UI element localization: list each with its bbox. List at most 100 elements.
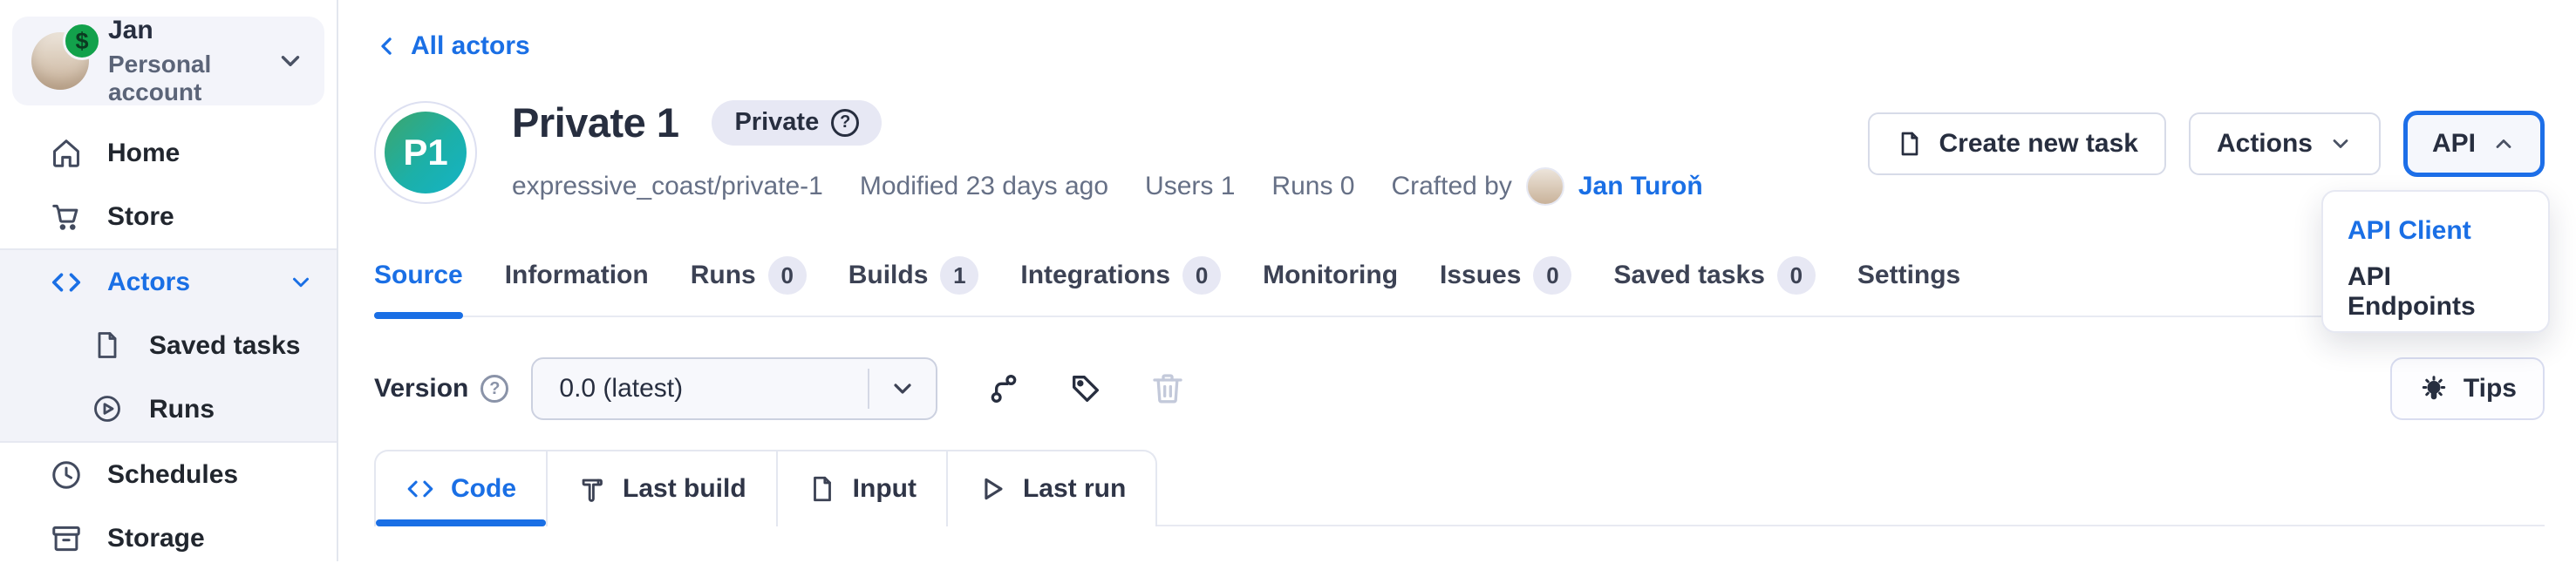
help-question-icon: ? <box>480 375 508 403</box>
menu-item-api-endpoints[interactable]: API Endpoints <box>2323 261 2548 322</box>
create-new-task-label: Create new task <box>1939 129 2138 159</box>
private-badge[interactable]: Private ? <box>712 100 882 146</box>
subtab-label: Last run <box>1023 474 1126 504</box>
runs-count: Runs 0 <box>1271 172 1354 201</box>
crafted-by-label: Crafted by <box>1391 172 1511 201</box>
sidebar-item-actors[interactable]: Actors <box>0 250 337 314</box>
user-avatar: $ <box>31 32 89 90</box>
chevron-down-icon <box>288 269 314 295</box>
subtab-input[interactable]: Input <box>778 450 948 526</box>
author-link[interactable]: Jan Turoň <box>1578 172 1703 201</box>
archive-box-icon <box>50 522 83 555</box>
main-content: All actors P1 Private 1 Private ? expres… <box>338 0 2576 561</box>
sidebar-item-label: Actors <box>107 268 190 297</box>
tab-label: Settings <box>1857 261 1960 290</box>
actions-label: Actions <box>2217 129 2313 159</box>
actions-button[interactable]: Actions <box>2189 112 2381 175</box>
chevron-up-icon <box>2491 132 2516 156</box>
sidebar-item-label: Storage <box>107 524 205 553</box>
page-title: Private 1 <box>512 98 678 146</box>
actor-tabs: Source Information Runs 0 Builds 1 Integ… <box>374 256 2545 317</box>
actor-avatar-initials: P1 <box>385 112 467 193</box>
tab-settings[interactable]: Settings <box>1857 256 1960 316</box>
subtab-label: Code <box>451 474 516 504</box>
tab-source[interactable]: Source <box>374 256 463 316</box>
tab-label: Runs <box>691 261 756 290</box>
subtab-label: Input <box>853 474 917 504</box>
sidebar-item-label: Schedules <box>107 460 238 490</box>
version-bar: Version ? 0.0 (latest) Tips <box>374 357 2545 420</box>
play-icon <box>978 474 1007 504</box>
account-type: Personal account <box>108 51 256 106</box>
chevron-down-icon <box>869 375 936 403</box>
account-switcher[interactable]: $ Jan Personal account <box>12 17 324 105</box>
tab-label: Integrations <box>1020 261 1170 290</box>
sidebar-item-runs[interactable]: Runs <box>0 377 337 441</box>
menu-item-api-client[interactable]: API Client <box>2323 200 2548 261</box>
play-circle-icon <box>92 393 125 426</box>
chevron-down-icon <box>2328 132 2353 156</box>
tab-monitoring[interactable]: Monitoring <box>1263 256 1398 316</box>
tab-builds[interactable]: Builds 1 <box>848 256 979 316</box>
lightbulb-icon <box>2418 373 2450 404</box>
source-subtabs: Code Last build Input Last run <box>374 450 2545 526</box>
tab-count-badge: 0 <box>768 256 807 295</box>
tag-icon[interactable] <box>1068 371 1103 406</box>
trash-icon <box>1150 371 1185 406</box>
chevron-down-icon <box>276 46 305 76</box>
back-to-all-actors-link[interactable]: All actors <box>374 31 530 61</box>
tab-count-badge: 0 <box>1777 256 1816 295</box>
api-label: API <box>2432 129 2476 159</box>
code-brackets-icon <box>50 266 83 299</box>
sidebar-item-label: Home <box>107 139 180 168</box>
tab-label: Saved tasks <box>1613 261 1764 290</box>
private-badge-label: Private <box>734 108 819 137</box>
subtab-last-run[interactable]: Last run <box>948 450 1157 526</box>
crafted-by: Crafted by Jan Turoň <box>1391 167 1702 206</box>
sidebar-item-home[interactable]: Home <box>0 121 337 185</box>
sidebar-item-label: Saved tasks <box>149 331 300 361</box>
subtab-last-build[interactable]: Last build <box>548 450 778 526</box>
git-branch-icon[interactable] <box>986 371 1021 406</box>
tab-saved-tasks[interactable]: Saved tasks 0 <box>1613 256 1815 316</box>
document-icon <box>1896 130 1924 158</box>
tab-count-badge: 0 <box>1533 256 1571 295</box>
tab-information[interactable]: Information <box>505 256 649 316</box>
actor-slug: expressive_coast/private-1 <box>512 172 823 201</box>
api-dropdown-menu: API Client API Endpoints <box>2321 190 2550 333</box>
dollar-badge-icon: $ <box>63 22 101 60</box>
version-select[interactable]: 0.0 (latest) <box>531 357 937 420</box>
code-brackets-icon <box>405 474 435 504</box>
sidebar-item-label: Store <box>107 202 174 232</box>
tab-issues[interactable]: Issues 0 <box>1440 256 1571 316</box>
clock-icon <box>50 458 83 492</box>
author-avatar <box>1526 167 1564 206</box>
store-cart-icon <box>50 200 83 234</box>
actors-nav-group: Actors Saved tasks Runs <box>0 248 337 443</box>
sidebar-item-store[interactable]: Store <box>0 185 337 248</box>
sidebar-item-storage[interactable]: Storage <box>0 506 337 570</box>
tips-button[interactable]: Tips <box>2390 357 2545 420</box>
tab-integrations[interactable]: Integrations 0 <box>1020 256 1221 316</box>
sidebar-item-saved-tasks[interactable]: Saved tasks <box>0 314 337 377</box>
sidebar-nav: Home Store Actors Saved t <box>0 121 337 570</box>
tab-label: Builds <box>848 261 929 290</box>
version-select-value: 0.0 (latest) <box>533 374 868 404</box>
document-icon <box>92 329 125 363</box>
sidebar-item-schedules[interactable]: Schedules <box>0 443 337 506</box>
subtab-code[interactable]: Code <box>374 450 548 526</box>
home-icon <box>50 137 83 170</box>
modified-date: Modified 23 days ago <box>860 172 1108 201</box>
tab-label: Monitoring <box>1263 261 1398 290</box>
tab-runs[interactable]: Runs 0 <box>691 256 807 316</box>
create-new-task-button[interactable]: Create new task <box>1868 112 2166 175</box>
tab-count-badge: 1 <box>940 256 978 295</box>
api-button[interactable]: API <box>2403 111 2545 177</box>
users-count: Users 1 <box>1145 172 1235 201</box>
actor-avatar: P1 <box>374 101 477 204</box>
help-question-icon: ? <box>831 109 859 137</box>
back-link-label: All actors <box>411 31 530 61</box>
document-icon <box>808 474 837 504</box>
tab-label: Issues <box>1440 261 1521 290</box>
account-name: Jan <box>108 16 256 46</box>
